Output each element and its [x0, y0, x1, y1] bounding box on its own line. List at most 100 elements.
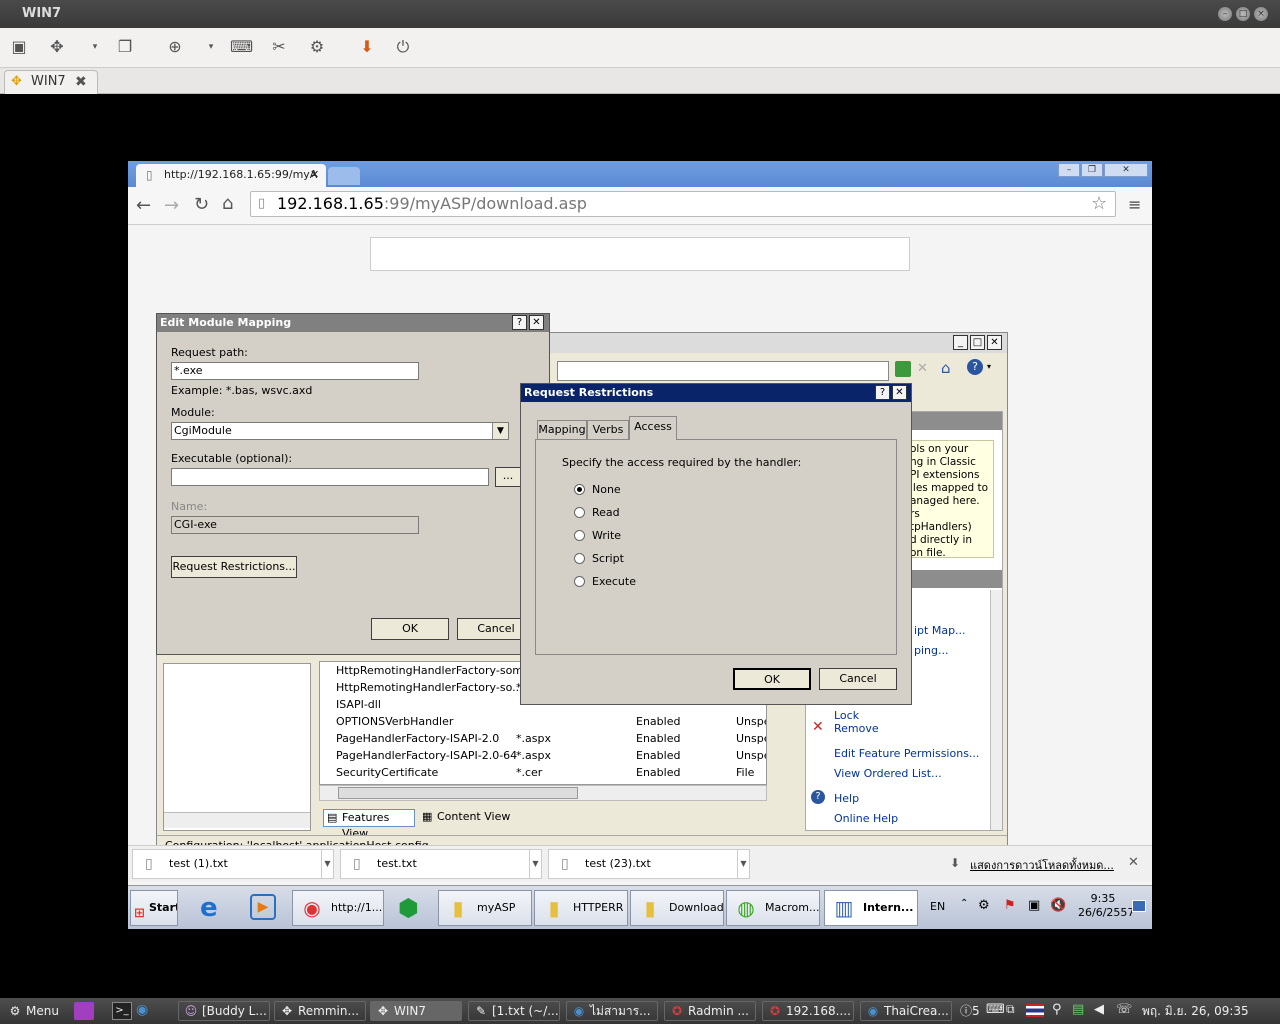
menu-icon[interactable]: ≡: [1128, 195, 1141, 214]
tab-verbs[interactable]: Verbs: [587, 420, 629, 439]
start-button[interactable]: ⊞ Start: [130, 890, 178, 926]
chevron-down-icon[interactable]: ▼: [737, 850, 749, 878]
cancel-button[interactable]: Cancel: [819, 668, 897, 690]
panel-clock[interactable]: พฤ. มิ.ย. 26, 09:35: [1142, 1002, 1249, 1021]
back-icon[interactable]: ←: [136, 195, 151, 216]
radio-write[interactable]: [574, 530, 585, 541]
home-icon[interactable]: ⌂: [941, 359, 951, 377]
tree-hscrollbar[interactable]: [164, 812, 310, 828]
close-icon[interactable]: ✕: [892, 385, 907, 400]
online-help-link[interactable]: Online Help: [834, 812, 898, 825]
taskbar-downloads[interactable]: ▮ Downloads: [630, 890, 724, 926]
terminal-icon[interactable]: >_: [112, 1002, 132, 1020]
download-item[interactable]: ▯ test (23).txt ▼: [548, 849, 750, 879]
tools-icon[interactable]: ✂: [268, 36, 290, 58]
features-view-tab[interactable]: ▤ Features View: [323, 809, 415, 840]
media-player-icon[interactable]: ▶: [250, 894, 276, 920]
close-tab-icon[interactable]: ✖: [75, 71, 87, 93]
taskbar-myasp[interactable]: ▮ myASP: [438, 890, 532, 926]
chevron-down-icon[interactable]: ▾: [200, 36, 222, 58]
windows-icon[interactable]: ❐: [114, 36, 136, 58]
chevron-down-icon[interactable]: ▾: [987, 362, 991, 371]
keyboard-icon[interactable]: ⌨: [986, 1002, 1005, 1017]
panel-task-radmin[interactable]: ✪ Radmin ...: [666, 1001, 754, 1021]
indicator-badge[interactable]: ⓘ5: [960, 1002, 980, 1019]
chevron-up-icon[interactable]: ⌃: [960, 898, 968, 909]
help-icon[interactable]: ?: [875, 385, 890, 400]
menu-button[interactable]: ⚙ Menu: [4, 1001, 74, 1021]
content-view-tab[interactable]: ▦ Content View: [419, 809, 511, 827]
panel-task-buddy-list[interactable]: ☺ [Buddy L...: [180, 1001, 268, 1021]
close-icon[interactable]: ×: [1254, 7, 1268, 21]
language-indicator[interactable]: EN: [930, 900, 945, 913]
maximize-icon[interactable]: □: [970, 335, 985, 350]
taskbar-chrome[interactable]: ◉ http://1...: [292, 890, 384, 926]
download-item[interactable]: ▯ test (1).txt ▼: [132, 849, 334, 879]
panel-task-browser[interactable]: ◉ ไม่สามาร...: [568, 1001, 656, 1021]
chat-icon[interactable]: ☏: [1116, 1002, 1132, 1017]
actions-scrollbar[interactable]: [990, 590, 1002, 830]
restore-icon[interactable]: ❐: [1081, 163, 1103, 177]
network-icon[interactable]: ▤: [1072, 1002, 1084, 1017]
add-script-map-link[interactable]: ipt Map...: [914, 624, 966, 637]
download-item[interactable]: ▯ test.txt ▼: [340, 849, 542, 879]
home-icon[interactable]: ⌂: [222, 193, 233, 214]
tab-access[interactable]: Access: [629, 416, 677, 440]
panel-task-thaicreate[interactable]: ◉ ThaiCrea...: [862, 1001, 950, 1021]
flag-icon[interactable]: ⚑: [1004, 898, 1016, 913]
minimize-icon[interactable]: –: [1218, 7, 1232, 21]
minimize-icon[interactable]: –: [1058, 163, 1080, 177]
taskbar-httperr[interactable]: ▮ HTTPERR: [534, 890, 628, 926]
panel-task-win7[interactable]: ✥ WIN7: [372, 1001, 460, 1021]
thai-flag-icon[interactable]: [1026, 1004, 1044, 1017]
reload-icon[interactable]: ↻: [194, 194, 209, 215]
panel-task-text-editor[interactable]: ✎ [1.txt (~/...: [470, 1001, 558, 1021]
iis-address-bar[interactable]: [557, 361, 889, 381]
network-icon[interactable]: ⚙: [978, 898, 990, 913]
radio-none[interactable]: [574, 484, 585, 495]
clock[interactable]: 9:35 26/6/2557: [1078, 892, 1134, 920]
request-path-input[interactable]: *.exe: [171, 362, 419, 380]
app-icon[interactable]: ⬢: [398, 894, 419, 922]
keyboard-icon[interactable]: ⌨: [230, 36, 253, 58]
preferences-icon[interactable]: ⚙: [306, 36, 328, 58]
new-tab-button[interactable]: [328, 167, 360, 185]
grid-hscrollbar[interactable]: [319, 785, 767, 801]
scale-icon[interactable]: ⊕: [164, 36, 186, 58]
user-icon[interactable]: ⚲: [1052, 1002, 1062, 1017]
show-desktop-icon[interactable]: [1132, 900, 1146, 912]
view-ordered-list-link[interactable]: View Ordered List...: [834, 767, 942, 780]
edit-feature-permissions-link[interactable]: Edit Feature Permissions...: [834, 747, 979, 760]
star-icon[interactable]: ☆: [1091, 192, 1107, 216]
add-module-mapping-link[interactable]: ping...: [914, 644, 948, 657]
help-icon[interactable]: ?: [967, 359, 983, 375]
help-icon[interactable]: ?: [512, 315, 527, 330]
chrome-tab[interactable]: ▯ http://192.168.1.65:99/myA ✕: [136, 164, 326, 187]
close-icon[interactable]: ✕: [529, 315, 544, 330]
help-link[interactable]: Help: [834, 792, 859, 805]
internet-explorer-icon[interactable]: e: [200, 894, 218, 922]
module-select[interactable]: CgiModule ▼: [171, 422, 509, 440]
request-restrictions-button[interactable]: Request Restrictions...: [171, 556, 297, 578]
clipboard-icon[interactable]: ⧉: [1006, 1002, 1015, 1017]
close-icon[interactable]: ✕: [987, 335, 1002, 350]
radio-read[interactable]: [574, 507, 585, 518]
chevron-down-icon[interactable]: ▼: [321, 850, 333, 878]
scrollbar-thumb[interactable]: [338, 787, 578, 799]
radio-execute[interactable]: [574, 576, 585, 587]
tab-mapping[interactable]: Mapping: [537, 420, 587, 439]
maximize-icon[interactable]: □: [1236, 7, 1250, 21]
ok-button[interactable]: OK: [733, 668, 811, 690]
connections-tree[interactable]: [163, 663, 311, 831]
chevron-down-icon[interactable]: ▼: [492, 423, 508, 439]
close-icon[interactable]: ✕: [1128, 855, 1139, 870]
remove-link[interactable]: Remove: [834, 722, 879, 735]
taskbar-iis-manager[interactable]: ▥ Intern...: [824, 890, 918, 926]
app-launcher-icon[interactable]: [74, 1002, 94, 1020]
fullscreen-icon[interactable]: ▣: [8, 36, 30, 58]
browser-icon[interactable]: ◉: [136, 1002, 148, 1018]
show-all-downloads-link[interactable]: แสดงการดาวน์โหลดทั้งหมด...: [970, 856, 1114, 874]
close-tab-icon[interactable]: ✕: [310, 164, 319, 186]
minimize-icon[interactable]: _: [953, 335, 968, 350]
radio-script[interactable]: [574, 553, 585, 564]
